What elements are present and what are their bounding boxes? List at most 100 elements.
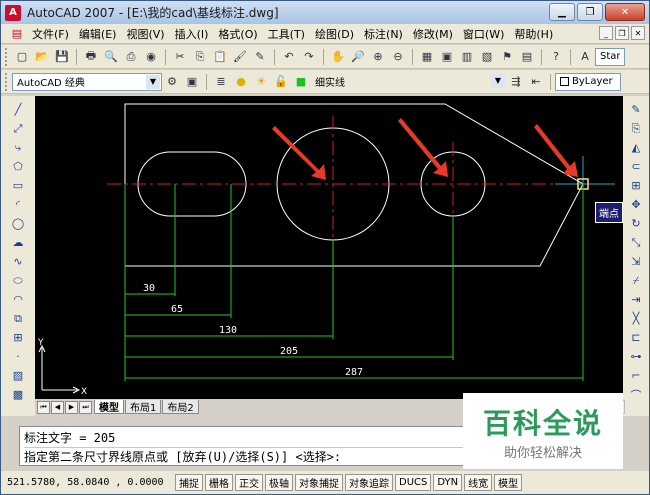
toolpalettes-icon[interactable]: ▥	[458, 48, 476, 66]
circle-icon[interactable]: ◯	[9, 215, 27, 233]
help-icon[interactable]: ?	[547, 48, 565, 66]
sheetset-icon[interactable]: ▧	[478, 48, 496, 66]
new-icon[interactable]: ▢	[13, 48, 31, 66]
rectangle-icon[interactable]: ▭	[9, 177, 27, 195]
layer-previous-icon[interactable]: ⇤	[527, 73, 545, 91]
polar-button[interactable]: 极轴	[265, 474, 293, 491]
erase-icon[interactable]: ✎	[627, 101, 645, 119]
dim-text-30[interactable]: 30	[143, 283, 155, 294]
publish-icon[interactable]: ⎙	[122, 48, 140, 66]
menu-modify[interactable]: 修改(M)	[408, 26, 458, 42]
dyn-button[interactable]: DYN	[433, 474, 463, 491]
calculator-icon[interactable]: ▤	[518, 48, 536, 66]
prev-tab-icon[interactable]: ◀	[51, 400, 64, 414]
hatch-icon[interactable]: ▨	[9, 367, 27, 385]
close-button[interactable]: ✕	[605, 3, 645, 21]
toolbar-grip[interactable]	[5, 47, 9, 66]
make-block-icon[interactable]: ⊞	[9, 329, 27, 347]
scale-icon[interactable]: ⤡	[627, 234, 645, 252]
designcenter-icon[interactable]: ▣	[438, 48, 456, 66]
preview-icon[interactable]: 🔍	[102, 48, 120, 66]
toolbar-grip-2[interactable]	[5, 72, 9, 91]
menu-edit[interactable]: 编辑(E)	[74, 26, 122, 42]
osnap-button[interactable]: 对象捕捉	[295, 474, 343, 491]
minimize-button[interactable]: ▁	[549, 3, 575, 21]
model-button[interactable]: 模型	[494, 474, 523, 491]
copy-icon[interactable]: ⎘	[191, 48, 209, 66]
trim-icon[interactable]: ⌿	[627, 272, 645, 290]
doc-restore-button[interactable]: ❐	[615, 26, 629, 40]
textstyle-combo[interactable]: Stand	[595, 47, 625, 66]
cut-icon[interactable]: ✂	[171, 48, 189, 66]
workspace-save-icon[interactable]: ▣	[183, 73, 201, 91]
menu-help[interactable]: 帮助(H)	[509, 26, 558, 42]
doc-minimize-button[interactable]: _	[599, 26, 613, 40]
drawing-area[interactable]: 30 65 130 205 287 Y X	[35, 96, 625, 399]
maximize-button[interactable]: ❐	[577, 3, 603, 21]
3dwf-icon[interactable]: ◉	[142, 48, 160, 66]
snap-button[interactable]: 捕捉	[175, 474, 203, 491]
zoom-realtime-icon[interactable]: 🔎	[349, 48, 367, 66]
polygon-icon[interactable]: ⬠	[9, 158, 27, 176]
paste-icon[interactable]: 📋	[211, 48, 229, 66]
line-icon[interactable]: ╱	[9, 101, 27, 119]
print-icon[interactable]: 🖶	[82, 48, 100, 66]
tab-model[interactable]: 模型	[94, 400, 124, 414]
workspace-select[interactable]: AutoCAD 经典 ▼	[12, 72, 162, 91]
layer-select[interactable]: 细实线 ▼	[311, 73, 506, 91]
pan-icon[interactable]: ✋	[329, 48, 347, 66]
blockeditor-icon[interactable]: ✎	[251, 48, 269, 66]
move-icon[interactable]: ✥	[627, 196, 645, 214]
color-select[interactable]: ByLayer	[555, 72, 621, 91]
zoom-window-icon[interactable]: ⊕	[369, 48, 387, 66]
markup-icon[interactable]: ⚑	[498, 48, 516, 66]
lock-icon[interactable]: 🔓	[272, 73, 290, 91]
dim-text-287[interactable]: 287	[345, 367, 363, 378]
insert-block-icon[interactable]: ⧉	[9, 310, 27, 328]
ellipse-arc-icon[interactable]: ◠	[9, 291, 27, 309]
rotate-icon[interactable]: ↻	[627, 215, 645, 233]
workspace-settings-icon[interactable]: ⚙	[163, 73, 181, 91]
undo-icon[interactable]: ↶	[280, 48, 298, 66]
dim-text-65[interactable]: 65	[171, 304, 183, 315]
point-icon[interactable]: ·	[9, 348, 27, 366]
grid-button[interactable]: 栅格	[205, 474, 233, 491]
menu-window[interactable]: 窗口(W)	[458, 26, 509, 42]
sun-icon[interactable]: ☀	[252, 73, 270, 91]
break-icon[interactable]: ⊏	[627, 329, 645, 347]
join-icon[interactable]: ⊶	[627, 348, 645, 366]
menu-view[interactable]: 视图(V)	[121, 26, 169, 42]
open-icon[interactable]: 📂	[33, 48, 51, 66]
mirror-icon[interactable]: ◭	[627, 139, 645, 157]
doc-close-button[interactable]: ✕	[631, 26, 645, 40]
break-point-icon[interactable]: ╳	[627, 310, 645, 328]
zoom-previous-icon[interactable]: ⊖	[389, 48, 407, 66]
menu-file[interactable]: 文件(F)	[27, 26, 74, 42]
array-icon[interactable]: ⊞	[627, 177, 645, 195]
matchprop-icon[interactable]: 🖌	[231, 48, 249, 66]
properties-icon[interactable]: ▦	[418, 48, 436, 66]
dim-text-205[interactable]: 205	[280, 346, 298, 357]
arc-icon[interactable]: ◜	[9, 196, 27, 214]
ellipse-icon[interactable]: ⬭	[9, 272, 27, 290]
menu-draw[interactable]: 绘图(D)	[310, 26, 359, 42]
gradient-icon[interactable]: ▩	[9, 386, 27, 404]
otrack-button[interactable]: 对象追踪	[345, 474, 393, 491]
redo-icon[interactable]: ↷	[300, 48, 318, 66]
lineweight-button[interactable]: 线宽	[464, 474, 493, 491]
ortho-button[interactable]: 正交	[235, 474, 263, 491]
fillet-icon[interactable]: ⌒	[627, 386, 645, 404]
chamfer-icon[interactable]: ⌐	[627, 367, 645, 385]
last-tab-icon[interactable]: ⏭	[79, 400, 92, 414]
offset-icon[interactable]: ⊂	[627, 158, 645, 176]
menu-tools[interactable]: 工具(T)	[263, 26, 310, 42]
extend-icon[interactable]: ⇥	[627, 291, 645, 309]
coordinate-readout[interactable]: 521.5780, 58.0840 , 0.0000	[7, 477, 175, 488]
next-tab-icon[interactable]: ▶	[65, 400, 78, 414]
ducs-button[interactable]: DUCS	[395, 474, 432, 491]
first-tab-icon[interactable]: ⏮	[37, 400, 50, 414]
save-icon[interactable]: 💾	[53, 48, 71, 66]
polyline-icon[interactable]: ⤷	[9, 139, 27, 157]
copy-object-icon[interactable]: ⎘	[627, 120, 645, 138]
layer-manager-icon[interactable]: ≣	[212, 73, 230, 91]
